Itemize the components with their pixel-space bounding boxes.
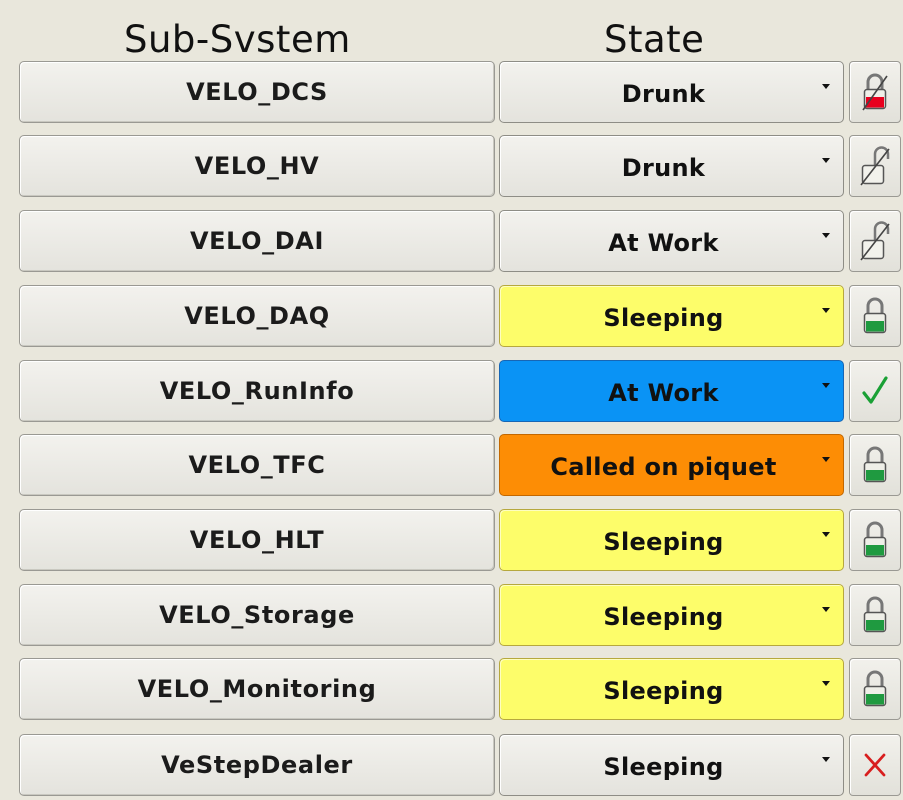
- lock-green-icon: [861, 294, 889, 338]
- table-row: VeStepDealer Sleeping: [0, 734, 903, 800]
- subsystem-button-velo-hv[interactable]: VELO_HV: [19, 135, 495, 197]
- lock-button-velo-tfc[interactable]: [849, 434, 901, 496]
- status-button-velo-runinfo[interactable]: [849, 360, 901, 422]
- unlocked-icon: [858, 144, 892, 188]
- table-row: VELO_DAI At Work: [0, 210, 903, 276]
- subsystem-button-velo-monitoring[interactable]: VELO_Monitoring: [19, 658, 495, 720]
- dropdown-arrow-icon: [822, 757, 830, 762]
- subsystem-button-velo-tfc[interactable]: VELO_TFC: [19, 434, 495, 496]
- state-label: Drunk: [621, 154, 706, 182]
- state-label: Sleeping: [603, 677, 724, 705]
- state-dropdown-velo-monitoring[interactable]: Sleeping: [499, 658, 844, 720]
- lock-button-velo-hlt[interactable]: [849, 509, 901, 571]
- state-dropdown-velo-hv[interactable]: Drunk: [499, 135, 844, 197]
- state-label: Sleeping: [603, 528, 724, 556]
- table-row: VELO_DCS Drunk: [0, 61, 903, 127]
- subsystem-button-velo-runinfo[interactable]: VELO_RunInfo: [19, 360, 495, 422]
- state-label: Drunk: [621, 80, 706, 108]
- lock-green-icon: [861, 443, 889, 487]
- table-row: VELO_HLT Sleeping: [0, 509, 903, 575]
- dropdown-arrow-icon: [822, 233, 830, 238]
- lock-green-icon: [861, 518, 889, 562]
- state-dropdown-vestepdealer[interactable]: Sleeping: [499, 734, 844, 796]
- state-label: At Work: [608, 229, 719, 257]
- dropdown-arrow-icon: [822, 84, 830, 89]
- lock-green-icon: [861, 593, 889, 637]
- state-dropdown-velo-dai[interactable]: At Work: [499, 210, 844, 272]
- dropdown-arrow-icon: [822, 607, 830, 612]
- subsystem-button-velo-daq[interactable]: VELO_DAQ: [19, 285, 495, 347]
- lock-button-velo-hv[interactable]: [849, 135, 901, 197]
- state-label: Sleeping: [603, 603, 724, 631]
- cross-icon: [861, 750, 889, 780]
- state-dropdown-velo-dcs[interactable]: Drunk: [499, 61, 844, 123]
- state-label: Sleeping: [603, 304, 724, 332]
- subsystem-button-velo-dcs[interactable]: VELO_DCS: [19, 61, 495, 123]
- dropdown-arrow-icon: [822, 681, 830, 686]
- state-dropdown-velo-tfc[interactable]: Called on piquet: [499, 434, 844, 496]
- state-dropdown-velo-daq[interactable]: Sleeping: [499, 285, 844, 347]
- state-column-header: State: [604, 18, 705, 61]
- subsystem-button-velo-storage[interactable]: VELO_Storage: [19, 584, 495, 646]
- dropdown-arrow-icon: [822, 308, 830, 313]
- table-row: VELO_Monitoring Sleeping: [0, 658, 903, 724]
- dropdown-arrow-icon: [822, 158, 830, 163]
- state-dropdown-velo-runinfo[interactable]: At Work: [499, 360, 844, 422]
- state-label: At Work: [608, 379, 719, 407]
- state-label: Called on piquet: [550, 453, 777, 481]
- state-label: Sleeping: [603, 753, 724, 781]
- check-icon: [860, 373, 890, 409]
- state-dropdown-velo-storage[interactable]: Sleeping: [499, 584, 844, 646]
- status-button-vestepdealer[interactable]: [849, 734, 901, 796]
- lock-button-velo-dcs[interactable]: [849, 61, 901, 123]
- dropdown-arrow-icon: [822, 383, 830, 388]
- unlocked-icon: [858, 219, 892, 263]
- lock-button-velo-daq[interactable]: [849, 285, 901, 347]
- subsystem-button-velo-hlt[interactable]: VELO_HLT: [19, 509, 495, 571]
- table-row: VELO_HV Drunk: [0, 135, 903, 201]
- dropdown-arrow-icon: [822, 457, 830, 462]
- dropdown-arrow-icon: [822, 532, 830, 537]
- lock-button-velo-dai[interactable]: [849, 210, 901, 272]
- subsystem-button-velo-dai[interactable]: VELO_DAI: [19, 210, 495, 272]
- table-row: VELO_Storage Sleeping: [0, 584, 903, 650]
- lock-red-icon: [860, 70, 890, 114]
- table-row: VELO_DAQ Sleeping: [0, 285, 903, 351]
- state-dropdown-velo-hlt[interactable]: Sleeping: [499, 509, 844, 571]
- lock-button-velo-storage[interactable]: [849, 584, 901, 646]
- subsystem-button-vestepdealer[interactable]: VeStepDealer: [19, 734, 495, 796]
- table-row: VELO_TFC Called on piquet: [0, 434, 903, 500]
- lock-green-icon: [861, 667, 889, 711]
- table-row: VELO_RunInfo At Work: [0, 360, 903, 426]
- subsystem-column-header: Sub-Svstem: [124, 18, 351, 61]
- lock-button-velo-monitoring[interactable]: [849, 658, 901, 720]
